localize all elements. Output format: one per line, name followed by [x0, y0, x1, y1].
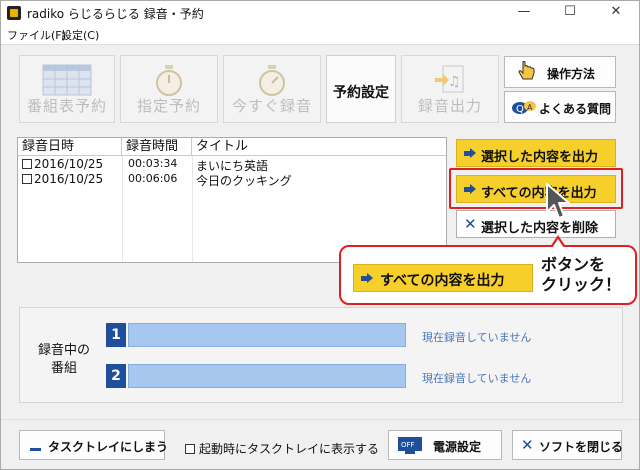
callout-button-label: すべての内容を出力	[380, 273, 505, 289]
minimize-icon	[30, 448, 41, 451]
row-date: 2016/10/25	[34, 157, 104, 171]
program-guide-reserve-label: 番組表予約	[26, 97, 107, 115]
delete-selected-button[interactable]: ✕ 選択した内容を削除	[456, 210, 616, 238]
record-now-label: 今すぐ録音	[231, 97, 312, 115]
power-settings-label: 電源設定	[433, 440, 482, 454]
music-file-icon: ♫	[433, 64, 467, 99]
title-bar: radiko らじるらじる 録音・予約 — ☐ ✕	[1, 1, 639, 25]
column-duration[interactable]: 録音時間	[122, 138, 192, 156]
close-icon: ✕	[464, 215, 477, 233]
power-off-icon: OFF	[397, 436, 423, 459]
row-date-cell: 2016/10/25	[22, 157, 103, 171]
row-title: 今日のクッキング	[196, 174, 292, 188]
row-duration: 00:06:06	[128, 172, 178, 185]
svg-text:♫: ♫	[448, 74, 461, 90]
export-recording-label: 録音出力	[417, 97, 482, 115]
callout-text: ボタンを クリック！	[541, 255, 633, 295]
recording-now-label-line2: 番組	[50, 361, 77, 376]
close-window-button[interactable]: ✕	[593, 1, 639, 25]
reserve-settings-label: 予約設定	[333, 85, 389, 101]
callout-text-line1: ボタンを	[541, 255, 606, 274]
recording-status: 現在録音していません	[422, 372, 532, 385]
recordings-list-header: 録音日時 録音時間 タイトル	[18, 138, 446, 156]
svg-text:Q: Q	[516, 104, 524, 115]
reserve-settings-button[interactable]: 予約設定	[326, 55, 396, 123]
close-icon: ✕	[521, 436, 534, 454]
table-row[interactable]: 2016/10/25 00:06:06 今日のクッキング	[18, 172, 446, 188]
menu-bar: ファイル(F) 設定(C)	[1, 25, 639, 45]
mouse-cursor-icon	[545, 182, 571, 225]
pointing-hand-icon	[515, 60, 537, 86]
minimize-button[interactable]: —	[501, 1, 547, 25]
row-checkbox[interactable]	[22, 159, 32, 169]
minimize-to-tray-button[interactable]: タスクトレイにしまう	[19, 430, 169, 460]
recording-status: 現在録音していません	[422, 331, 532, 344]
table-row[interactable]: 2016/10/25 00:03:34 まいにち英語	[18, 157, 446, 173]
callout-tail-inner	[552, 239, 564, 248]
row-checkbox[interactable]	[22, 174, 32, 184]
export-selected-button[interactable]: 選択した内容を出力	[456, 139, 616, 167]
svg-text:A: A	[527, 103, 533, 112]
callout-button-illustration: すべての内容を出力	[353, 264, 533, 292]
delete-selected-label: 選択した内容を削除	[481, 221, 599, 236]
window-title: radiko らじるらじる 録音・予約	[27, 7, 204, 21]
faq-button[interactable]: Q A よくある質問	[504, 91, 616, 123]
question-bubble-icon: Q A	[511, 98, 537, 121]
instruction-callout: すべての内容を出力 ボタンを クリック！	[339, 245, 637, 305]
program-guide-icon	[42, 64, 92, 99]
recording-now-panel: 録音中の 番組 1 現在録音していません 2 現在録音していません	[19, 307, 623, 403]
column-recorded-at[interactable]: 録音日時	[18, 138, 122, 156]
minimize-to-tray-label: タスクトレイにしまう	[48, 440, 169, 454]
record-now-button[interactable]: 今すぐ録音	[223, 55, 321, 123]
close-app-button[interactable]: ✕ ソフトを閉じる	[512, 430, 624, 460]
highlight-frame	[449, 168, 623, 209]
recording-now-label: 録音中の 番組	[34, 342, 94, 378]
scheduled-reserve-label: 指定予約	[136, 97, 201, 115]
scheduled-reserve-button[interactable]: 指定予約	[120, 55, 218, 123]
column-title[interactable]: タイトル	[192, 138, 446, 156]
maximize-button[interactable]: ☐	[547, 1, 593, 25]
startup-tray-checkbox[interactable]	[185, 444, 195, 454]
menu-settings[interactable]: 設定(C)	[61, 27, 99, 43]
close-app-label: ソフトを閉じる	[539, 440, 624, 454]
row-date-cell: 2016/10/25	[22, 172, 103, 186]
slot-number: 2	[106, 364, 126, 388]
bottom-bar: タスクトレイにしまう 起動時にタスクトレイに表示する OFF 電源設定 ✕ ソフ…	[1, 419, 639, 469]
recording-now-label-line1: 録音中の	[37, 343, 90, 358]
row-duration: 00:03:34	[128, 157, 178, 170]
row-date: 2016/10/25	[34, 172, 104, 186]
how-to-use-label: 操作方法	[547, 67, 596, 81]
recording-progress-bar	[128, 364, 406, 388]
startup-tray-option[interactable]: 起動時にタスクトレイに表示する	[185, 440, 379, 457]
export-selected-label: 選択した内容を出力	[481, 150, 599, 165]
menu-file[interactable]: ファイル(F)	[7, 27, 66, 43]
callout-text-line2: クリック！	[541, 275, 622, 294]
faq-label: よくある質問	[539, 102, 612, 116]
recording-progress-bar	[128, 323, 406, 347]
how-to-use-button[interactable]: 操作方法	[504, 56, 616, 88]
app-icon	[7, 6, 21, 20]
program-guide-reserve-button[interactable]: 番組表予約	[19, 55, 115, 123]
startup-tray-label: 起動時にタスクトレイに表示する	[199, 442, 380, 456]
power-icon-text: OFF	[401, 441, 415, 449]
app-window: radiko らじるらじる 録音・予約 — ☐ ✕ ファイル(F) 設定(C) …	[0, 0, 640, 470]
power-settings-button[interactable]: OFF 電源設定	[388, 430, 502, 460]
export-recording-button[interactable]: ♫ 録音出力	[401, 55, 499, 123]
slot-number: 1	[106, 323, 126, 347]
